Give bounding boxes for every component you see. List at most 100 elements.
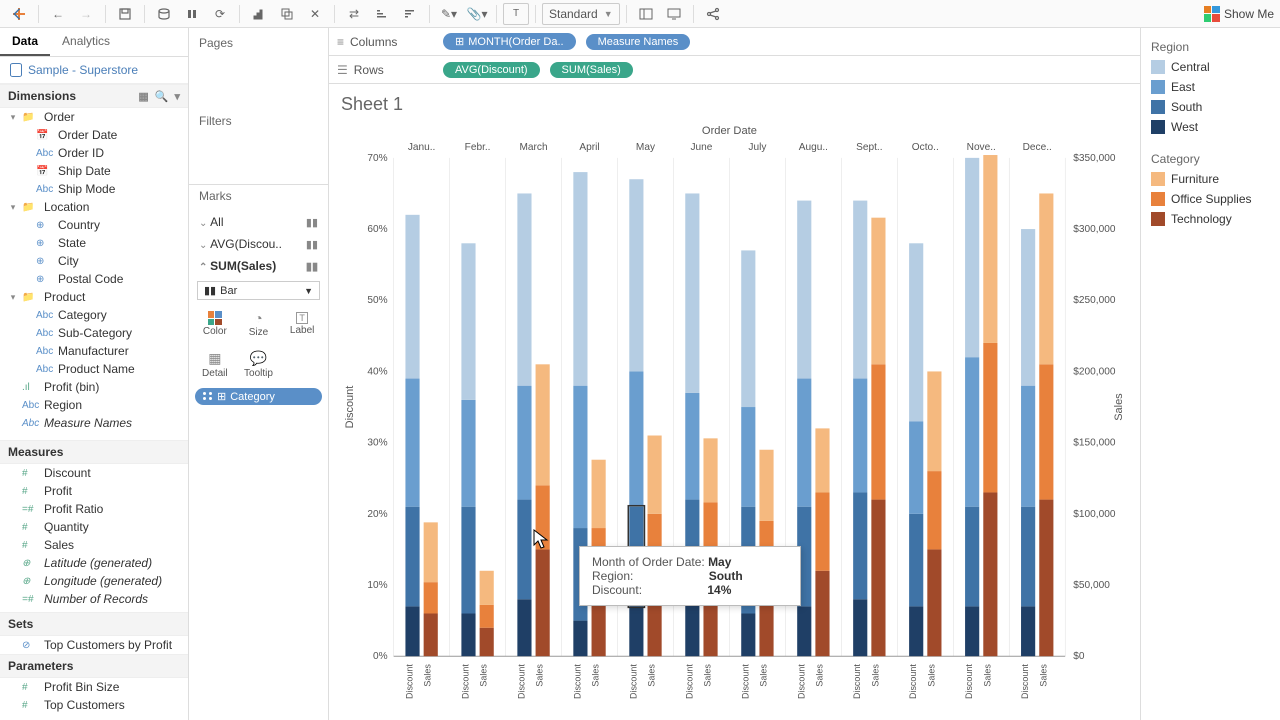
- dim-prodname[interactable]: AbcProduct Name: [0, 360, 188, 378]
- pause-button[interactable]: [179, 3, 205, 25]
- meas-lat[interactable]: ⊕Latitude (generated): [0, 554, 188, 572]
- group-button[interactable]: 📎▾: [464, 3, 490, 25]
- new-worksheet-button[interactable]: [246, 3, 272, 25]
- refresh-button[interactable]: ⟳: [207, 3, 233, 25]
- marks-avg-disc[interactable]: ⌄ AVG(Discou..▮▮: [189, 233, 328, 255]
- legend-south[interactable]: South: [1151, 100, 1270, 114]
- save-button[interactable]: [112, 3, 138, 25]
- svg-text:$100,000: $100,000: [1073, 509, 1116, 520]
- svg-text:Octo..: Octo..: [912, 142, 939, 153]
- legend-central[interactable]: Central: [1151, 60, 1270, 74]
- marks-sum-sales[interactable]: ⌃ SUM(Sales)▮▮: [189, 255, 328, 277]
- dim-order-date[interactable]: 📅Order Date: [0, 126, 188, 144]
- share-button[interactable]: [700, 3, 726, 25]
- legend-furniture[interactable]: Furniture: [1151, 172, 1270, 186]
- new-datasource-button[interactable]: [151, 3, 177, 25]
- tableau-logo-icon[interactable]: [6, 3, 32, 25]
- dim-order-id[interactable]: AbcOrder ID: [0, 144, 188, 162]
- meas-profit-ratio[interactable]: =#Profit Ratio: [0, 500, 188, 518]
- sort-asc-button[interactable]: [369, 3, 395, 25]
- fit-selector[interactable]: Standard▼: [542, 3, 620, 25]
- meas-discount[interactable]: #Discount: [0, 464, 188, 482]
- dim-ship-mode[interactable]: AbcShip Mode: [0, 180, 188, 198]
- sort-desc-button[interactable]: [397, 3, 423, 25]
- legend-tech[interactable]: Technology: [1151, 212, 1270, 226]
- pill-avg-discount[interactable]: AVG(Discount): [443, 62, 540, 78]
- search-icon[interactable]: 🔍: [155, 90, 169, 103]
- svg-text:40%: 40%: [367, 366, 387, 377]
- dim-location[interactable]: ▾📁Location: [0, 198, 188, 216]
- svg-text:60%: 60%: [367, 224, 387, 235]
- clear-button[interactable]: ✕: [302, 3, 328, 25]
- show-cards-button[interactable]: [633, 3, 659, 25]
- tab-analytics[interactable]: Analytics: [50, 28, 122, 56]
- marks-all[interactable]: ⌄ All▮▮: [189, 211, 328, 233]
- svg-text:Discount: Discount: [852, 664, 862, 699]
- svg-text:Sales: Sales: [1038, 664, 1048, 687]
- color-shelf[interactable]: Color: [193, 304, 237, 344]
- dim-manufacturer[interactable]: AbcManufacturer: [0, 342, 188, 360]
- tooltip-shelf[interactable]: 💬Tooltip: [237, 344, 281, 384]
- svg-text:Discount: Discount: [344, 386, 356, 429]
- dim-region[interactable]: AbcRegion: [0, 396, 188, 414]
- swap-button[interactable]: ⇄: [341, 3, 367, 25]
- label-shelf[interactable]: TLabel: [280, 304, 324, 344]
- pill-month[interactable]: ⊞ MONTH(Order Da..: [443, 33, 576, 50]
- presentation-button[interactable]: [661, 3, 687, 25]
- chart[interactable]: Janu..Febr..MarchAprilMayJuneJulyAugu..S…: [337, 118, 1136, 716]
- dim-product[interactable]: ▾📁Product: [0, 288, 188, 306]
- bar-icon: ▮▮: [306, 216, 318, 229]
- svg-text:Dece..: Dece..: [1023, 142, 1052, 153]
- dim-measure-names[interactable]: AbcMeasure Names: [0, 414, 188, 432]
- meas-sales[interactable]: #Sales: [0, 536, 188, 554]
- svg-text:Discount: Discount: [964, 664, 974, 699]
- svg-text:Sales: Sales: [591, 664, 601, 687]
- param-bin[interactable]: #Profit Bin Size: [0, 678, 188, 696]
- dim-ship-date[interactable]: 📅Ship Date: [0, 162, 188, 180]
- svg-text:10%: 10%: [367, 580, 387, 591]
- dim-city[interactable]: ⊕City: [0, 252, 188, 270]
- meas-lon[interactable]: ⊕Longitude (generated): [0, 572, 188, 590]
- back-button[interactable]: ←: [45, 3, 71, 25]
- pages-shelf[interactable]: [195, 58, 322, 98]
- svg-text:$300,000: $300,000: [1073, 224, 1116, 235]
- dim-order[interactable]: ▾📁Order: [0, 108, 188, 126]
- tab-data[interactable]: Data: [0, 28, 50, 56]
- legend-office[interactable]: Office Supplies: [1151, 192, 1270, 206]
- detail-shelf[interactable]: ▦Detail: [193, 344, 237, 384]
- labels-button[interactable]: T: [503, 3, 529, 25]
- svg-text:$200,000: $200,000: [1073, 366, 1116, 377]
- dim-postal[interactable]: ⊕Postal Code: [0, 270, 188, 288]
- mark-type-selector[interactable]: ▮▮Bar▼: [197, 281, 320, 300]
- color-pill-category[interactable]: ⊞ Category: [195, 388, 322, 405]
- forward-button[interactable]: →: [73, 3, 99, 25]
- dim-category[interactable]: AbcCategory: [0, 306, 188, 324]
- meas-nrec[interactable]: =#Number of Records: [0, 590, 188, 608]
- param-top[interactable]: #Top Customers: [0, 696, 188, 714]
- svg-text:Sales: Sales: [926, 664, 936, 687]
- color-icon: [208, 311, 222, 325]
- svg-text:Sales: Sales: [870, 664, 880, 687]
- set-top-cust[interactable]: ⊘Top Customers by Profit: [0, 636, 188, 654]
- meas-profit[interactable]: #Profit: [0, 482, 188, 500]
- meas-quantity[interactable]: #Quantity: [0, 518, 188, 536]
- dim-country[interactable]: ⊕Country: [0, 216, 188, 234]
- view-icon[interactable]: ▦: [138, 90, 148, 103]
- duplicate-button[interactable]: [274, 3, 300, 25]
- filters-shelf[interactable]: [195, 136, 322, 176]
- highlight-button[interactable]: ✎▾: [436, 3, 462, 25]
- pill-sum-sales[interactable]: SUM(Sales): [550, 62, 633, 78]
- pill-measure-names[interactable]: Measure Names: [586, 34, 691, 50]
- dim-subcat[interactable]: AbcSub-Category: [0, 324, 188, 342]
- marks-title: Marks: [189, 189, 328, 211]
- menu-icon[interactable]: ▾: [174, 90, 180, 103]
- datasource-row[interactable]: Sample - Superstore: [0, 57, 188, 84]
- show-me-button[interactable]: Show Me: [1204, 6, 1274, 22]
- sheet-title[interactable]: Sheet 1: [337, 90, 1140, 117]
- size-shelf[interactable]: ◔Size: [237, 304, 281, 344]
- legend-west[interactable]: West: [1151, 120, 1270, 134]
- svg-text:Sept..: Sept..: [856, 142, 882, 153]
- dim-state[interactable]: ⊕State: [0, 234, 188, 252]
- legend-east[interactable]: East: [1151, 80, 1270, 94]
- dim-profit-bin[interactable]: .ılProfit (bin): [0, 378, 188, 396]
